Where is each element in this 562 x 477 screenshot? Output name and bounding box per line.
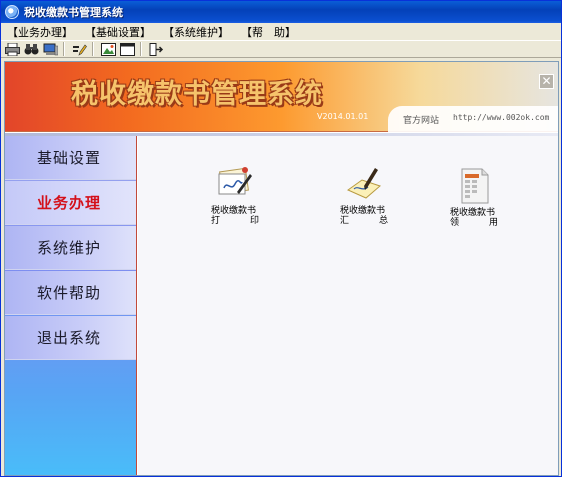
function-label-char: 汇 (340, 216, 350, 226)
summary-signature-icon (344, 162, 384, 202)
print-document-icon (215, 162, 255, 202)
banner-title: 税收缴款书管理系统 (71, 79, 323, 110)
window-icon[interactable] (119, 42, 135, 56)
receive-document-icon (454, 166, 494, 206)
sidebar-item-label: 系统维护 (37, 239, 102, 257)
sidebar-item-exit[interactable]: 退出系统 (5, 316, 136, 360)
sidebar-item-business[interactable]: 业务办理 (5, 181, 136, 225)
sidebar-item-system-maintenance[interactable]: 系统维护 (5, 226, 136, 270)
official-site-link[interactable]: http://www.002ok.com (453, 113, 549, 122)
function-label: 税收缴款书 领 用 (450, 208, 498, 228)
toolbar-separator (140, 42, 142, 56)
banner: 税收缴款书管理系统 V2014.01.01 官方网站 http://www.00… (5, 62, 558, 132)
version-label: V2014.01.01 (317, 112, 369, 121)
window-title: 税收缴款书管理系统 (24, 6, 123, 19)
sidebar-item-label: 软件帮助 (37, 284, 102, 302)
function-print[interactable]: 税收缴款书 打 印 (195, 162, 275, 226)
function-label-char: 领 (450, 218, 460, 228)
binoculars-icon[interactable] (23, 42, 39, 56)
sidebar-item-basic-settings[interactable]: 基础设置 (5, 136, 136, 180)
official-site-label: 官方网站 (403, 116, 440, 126)
function-receive[interactable]: 税收缴款书 领 用 (434, 166, 514, 228)
function-label-char: 用 (488, 218, 498, 228)
function-label-line1: 税收缴款书 (211, 206, 257, 216)
menu-bar: 【业务办理】 【基础设置】 【系统维护】 【帮 助】 (1, 23, 561, 40)
menu-basic-settings[interactable]: 【基础设置】 (79, 24, 157, 40)
print-icon[interactable] (4, 42, 20, 56)
sidebar-item-label: 退出系统 (37, 329, 102, 347)
close-button[interactable]: ✕ (539, 74, 554, 89)
sidebar-item-label: 业务办理 (37, 194, 102, 212)
function-label-line1: 税收缴款书 (340, 206, 386, 216)
main-panel: 税收缴款书管理系统 V2014.01.01 官方网站 http://www.00… (4, 61, 559, 476)
toolbar (1, 40, 561, 58)
app-window: 税收缴款书管理系统 【业务办理】 【基础设置】 【系统维护】 【帮 助】 税收缴… (0, 0, 562, 477)
menu-help[interactable]: 【帮 助】 (235, 24, 302, 40)
content-area: 税收缴款书 打 印 税收缴款书 汇 总 税收缴款书 领 用 (138, 136, 558, 475)
function-label-line1: 税收缴款书 (450, 208, 496, 218)
menu-business[interactable]: 【业务办理】 (1, 24, 79, 40)
edit-icon[interactable] (71, 42, 87, 56)
sidebar-item-help[interactable]: 软件帮助 (5, 271, 136, 315)
function-summary[interactable]: 税收缴款书 汇 总 (324, 162, 404, 226)
computer-icon[interactable] (42, 42, 58, 56)
sidebar: 基础设置 业务办理 系统维护 软件帮助 退出系统 (5, 136, 137, 475)
menu-system-maintenance[interactable]: 【系统维护】 (157, 24, 235, 40)
exit-icon[interactable] (148, 42, 164, 56)
sidebar-item-label: 基础设置 (37, 149, 102, 167)
function-label-char: 总 (378, 216, 388, 226)
toolbar-separator (63, 42, 65, 56)
app-logo-icon (5, 5, 19, 19)
function-label-char: 打 (211, 216, 221, 226)
toolbar-separator (92, 42, 94, 56)
function-label-char: 印 (249, 216, 259, 226)
function-label: 税收缴款书 汇 总 (340, 206, 388, 226)
image-icon[interactable] (100, 42, 116, 56)
function-label: 税收缴款书 打 印 (211, 206, 259, 226)
title-bar[interactable]: 税收缴款书管理系统 (1, 1, 561, 23)
